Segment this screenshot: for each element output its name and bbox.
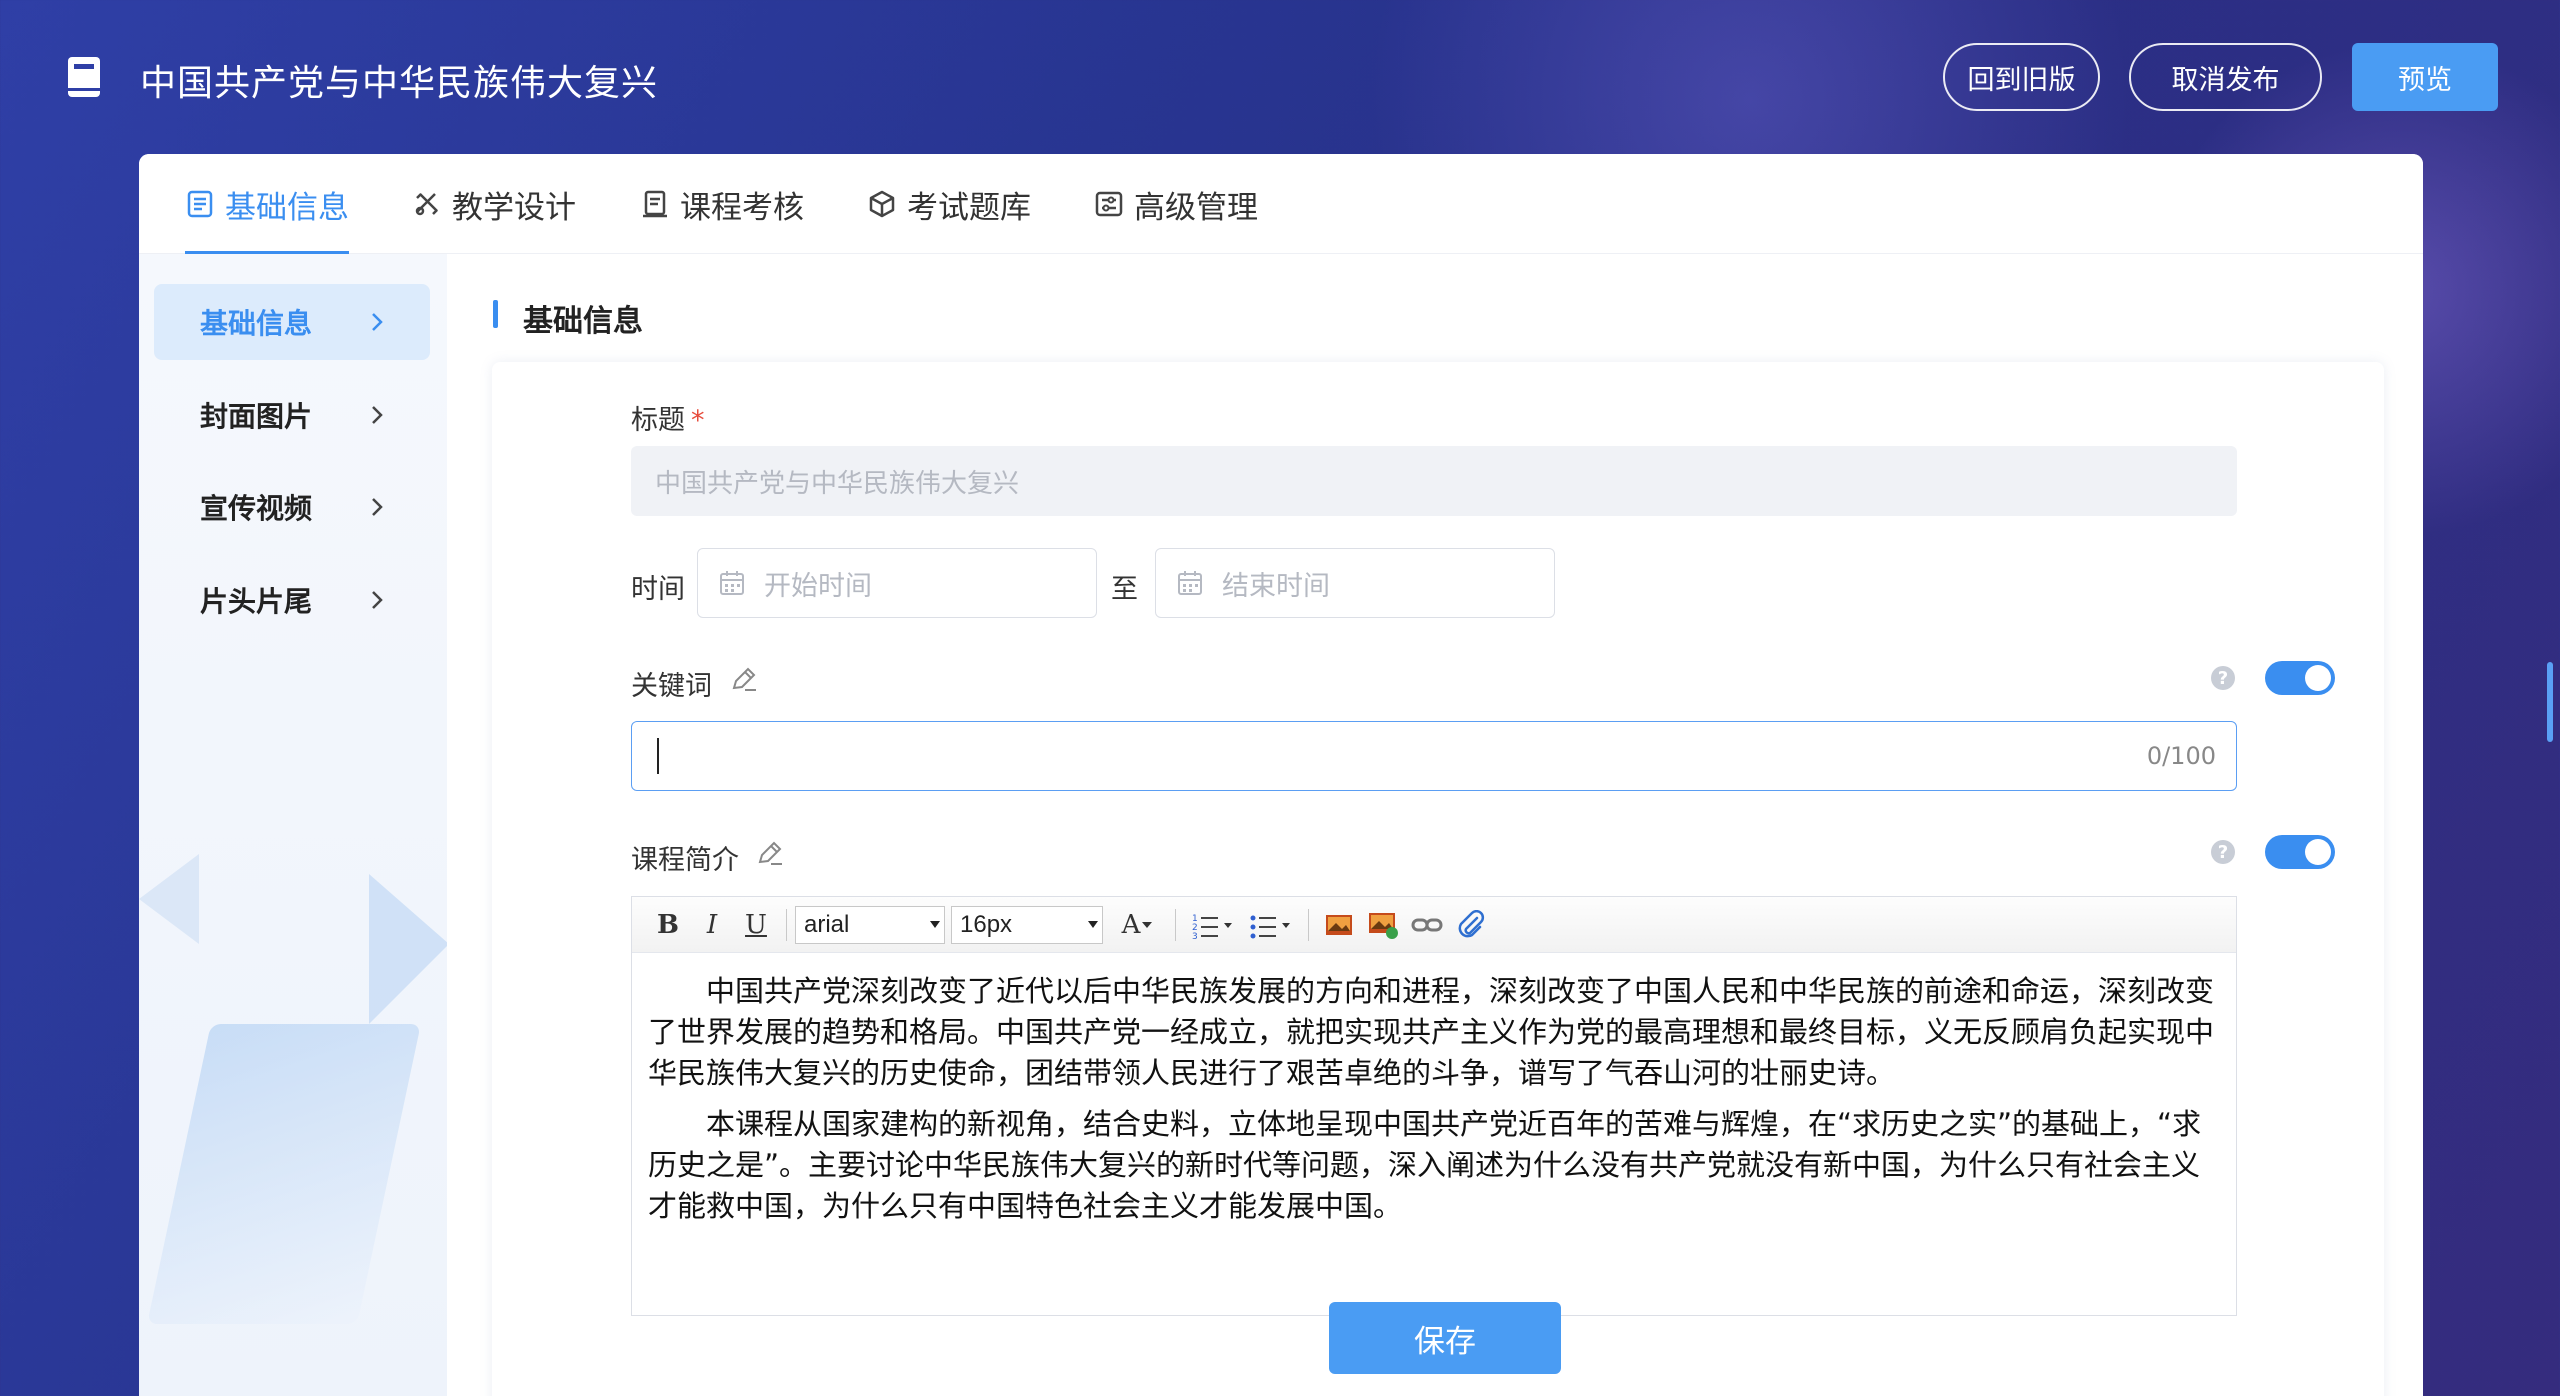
unordered-list-icon (1250, 915, 1290, 938)
section-title: 基础信息 (523, 304, 643, 339)
sidebar-item-cover-image[interactable]: 封面图片 (154, 377, 430, 453)
cube-icon (869, 190, 895, 218)
insert-image-button[interactable] (1317, 912, 1361, 938)
calendar-icon (1178, 571, 1202, 595)
sidebar: 基础信息 封面图片 宣传视频 片头片尾 (139, 254, 447, 1396)
book-icon (68, 57, 100, 97)
start-time-placeholder: 开始时间 (764, 570, 872, 602)
dropdown-arrow-icon (1088, 920, 1098, 928)
bold-button[interactable]: B (646, 910, 690, 940)
help-icon[interactable]: ? (2211, 840, 2235, 864)
sidebar-item-label: 宣传视频 (200, 492, 313, 525)
attachment-button[interactable] (1449, 909, 1493, 940)
chevron-right-icon (372, 591, 383, 609)
dropdown-arrow-icon (930, 920, 940, 928)
chevron-right-icon (372, 313, 383, 331)
font-size-select[interactable]: 16px (951, 905, 1103, 944)
tab-course-assessment[interactable]: 课程考核 (640, 154, 804, 254)
ordered-list-icon: 123 (1192, 914, 1232, 939)
preview-button[interactable]: 预览 (2352, 43, 2498, 111)
main-card: 基础信息 教学设计 课程考核 考试题库 高级管理 基础信息 封面图片 宣传视频 … (139, 154, 2423, 1396)
title-input[interactable]: 中国共产党与中华民族伟大复兴 (631, 446, 2237, 516)
title-label: 标题 * (631, 398, 705, 437)
editor-content[interactable]: 中国共产党深刻改变了近代以后中华民族发展的方向和进程，深刻改变了中国人民和中华民… (648, 971, 2222, 1237)
sidebar-item-label: 基础信息 (200, 307, 313, 340)
document-icon (187, 190, 213, 218)
keyword-toggle[interactable] (2265, 661, 2335, 695)
toolbar-divider (786, 908, 787, 941)
unordered-list-button[interactable] (1242, 911, 1300, 939)
edit-icon[interactable] (729, 664, 759, 694)
tab-question-bank[interactable]: 考试题库 (867, 154, 1031, 254)
start-time-picker[interactable]: 开始时间 (697, 548, 1097, 618)
link-icon (1411, 918, 1443, 931)
font-size-value: 16px (960, 910, 1013, 938)
decoration (369, 874, 447, 1024)
design-icon (415, 193, 438, 216)
chevron-right-icon (372, 498, 383, 516)
tab-bar: 基础信息 教学设计 课程考核 考试题库 高级管理 (139, 154, 2423, 254)
insert-online-image-button[interactable] (1361, 910, 1405, 940)
online-image-icon (1369, 912, 1398, 939)
top-header: 中国共产党与中华民族伟大复兴 回到旧版 取消发布 预览 (0, 0, 2560, 154)
calendar-icon (720, 571, 744, 595)
chevron-down-icon (1142, 921, 1153, 928)
decoration (147, 1024, 421, 1324)
scrollbar-thumb[interactable] (2547, 662, 2553, 742)
tab-label: 教学设计 (452, 189, 576, 226)
back-to-old-version-button[interactable]: 回到旧版 (1943, 43, 2100, 111)
intro-label: 课程简介 (631, 845, 739, 876)
svg-text:3: 3 (1192, 932, 1198, 939)
exam-icon (643, 190, 667, 218)
end-time-placeholder: 结束时间 (1222, 570, 1330, 602)
decoration (139, 854, 199, 944)
sidebar-item-label: 封面图片 (200, 400, 313, 433)
tab-teaching-design[interactable]: 教学设计 (412, 154, 576, 254)
end-time-picker[interactable]: 结束时间 (1155, 548, 1555, 618)
intro-toggle[interactable] (2265, 835, 2335, 869)
insert-link-button[interactable] (1405, 915, 1449, 935)
chevron-right-icon (372, 406, 383, 424)
section-accent-bar (493, 300, 498, 328)
ordered-list-button[interactable]: 123 (1184, 911, 1242, 939)
font-color-button[interactable]: A (1109, 910, 1167, 940)
keyword-label: 关键词 (631, 671, 712, 702)
italic-button[interactable]: I (690, 910, 734, 940)
toolbar-divider (1308, 908, 1309, 941)
required-mark: * (691, 405, 705, 436)
text-caret (657, 738, 659, 774)
sidebar-item-intro-outro[interactable]: 片头片尾 (154, 562, 430, 638)
editor-paragraph: 中国共产党深刻改变了近代以后中华民族发展的方向和进程，深刻改变了中国人民和中华民… (648, 974, 2215, 1090)
help-icon[interactable]: ? (2211, 666, 2235, 690)
sidebar-item-basic-info[interactable]: 基础信息 (154, 284, 430, 360)
settings-sliders-icon (1095, 191, 1123, 217)
cancel-publish-button[interactable]: 取消发布 (2129, 43, 2322, 111)
tab-advanced-management[interactable]: 高级管理 (1094, 154, 1258, 254)
rich-text-editor[interactable]: B I U arial 16px A 123 中国共产党深刻改变了近代以后中华民… (631, 896, 2237, 1316)
tab-label: 基础信息 (225, 189, 349, 226)
tab-label: 考试题库 (907, 189, 1031, 226)
editor-toolbar: B I U arial 16px A 123 (632, 897, 2236, 953)
page-title: 中国共产党与中华民族伟大复兴 (140, 63, 659, 104)
keyword-input[interactable]: 0/100 (631, 721, 2237, 791)
paperclip-icon (1458, 909, 1485, 937)
tab-label: 课程考核 (680, 189, 804, 226)
save-button[interactable]: 保存 (1329, 1302, 1561, 1374)
title-label-text: 标题 (631, 405, 685, 436)
toolbar-divider (1175, 908, 1176, 941)
sidebar-item-label: 片头片尾 (200, 585, 313, 618)
sidebar-item-promo-video[interactable]: 宣传视频 (154, 469, 430, 545)
to-label: 至 (1111, 574, 1138, 605)
time-label: 时间 (631, 574, 685, 605)
keyword-char-count: 0/100 (2146, 742, 2216, 770)
image-icon (1326, 914, 1352, 935)
font-color-icon: A (1121, 909, 1141, 940)
editor-paragraph: 本课程从国家建构的新视角，结合史料，立体地呈现中国共产党近百年的苦难与辉煌，在“… (648, 1107, 2202, 1223)
font-family-select[interactable]: arial (795, 905, 945, 944)
tab-label: 高级管理 (1134, 189, 1258, 226)
edit-icon[interactable] (755, 838, 785, 868)
underline-button[interactable]: U (734, 910, 778, 940)
tab-basic-info[interactable]: 基础信息 (185, 154, 349, 254)
font-family-value: arial (804, 910, 850, 938)
